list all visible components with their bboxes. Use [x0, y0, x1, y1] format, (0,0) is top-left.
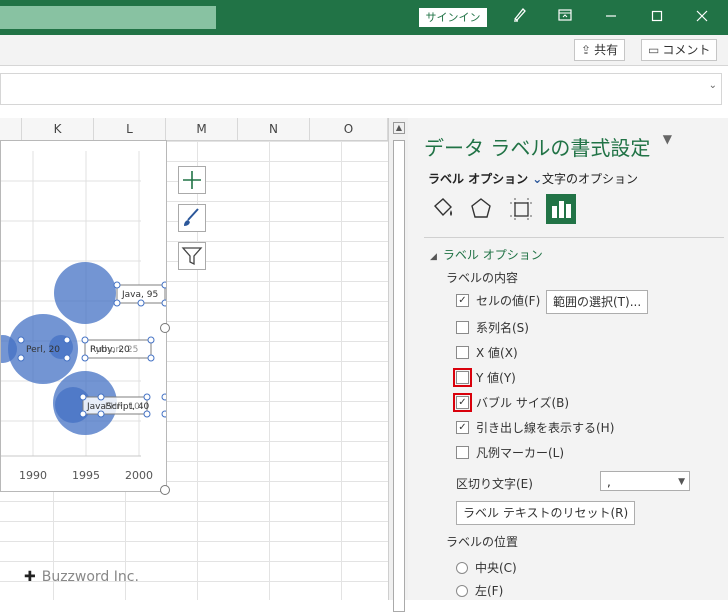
chevron-down-icon[interactable]: ⌄ — [709, 80, 717, 91]
checkbox-leader-lines[interactable]: ✓ 引き出し線を表示する(H) — [456, 419, 614, 437]
chart-plot: Java, 95 Perl, 20 Ruby, 20 Python, 25 Ja… — [1, 151, 166, 482]
bubble-java[interactable] — [54, 262, 116, 324]
pane-divider — [424, 237, 724, 238]
column-header-k[interactable]: K — [22, 118, 94, 140]
share-button[interactable]: ⇪ 共有 — [574, 39, 626, 61]
minimize-icon[interactable] — [599, 6, 623, 30]
separator-select[interactable]: , ▼ — [600, 471, 690, 491]
watermark: ✚ Buzzword Inc. — [24, 569, 139, 585]
checkbox-box[interactable]: ✓ — [453, 393, 472, 412]
data-label-perl[interactable]: Perl, 20 — [26, 345, 60, 355]
maximize-icon[interactable] — [645, 6, 669, 30]
scroll-up-icon[interactable]: ▲ — [393, 122, 405, 134]
ribbon-bar: ⇪ 共有 ▭ コメント — [0, 35, 728, 66]
tab-text-options[interactable]: 文字のオプション — [542, 170, 638, 187]
scroll-thumb[interactable] — [393, 140, 405, 612]
separator-label: 区切り文字(E) — [456, 477, 533, 491]
dropdown-arrow-icon: ▼ — [678, 477, 685, 487]
checkbox-box[interactable] — [456, 446, 469, 459]
fill-line-icon[interactable] — [428, 194, 458, 224]
checkbox-cell-value[interactable]: ✓ セルの値(F) — [456, 292, 540, 310]
section-label-options[interactable]: ◢ ラベル オプション — [430, 246, 543, 263]
select-range-button[interactable]: 範囲の選択(T)... — [546, 290, 649, 314]
checkbox-series-name[interactable]: 系列名(S) — [456, 319, 529, 337]
x-tick-1995: 1995 — [72, 469, 100, 482]
document-title-area — [0, 6, 216, 29]
checkbox-x-value[interactable]: X 値(X) — [456, 344, 518, 362]
column-headers: K L M N O — [0, 118, 388, 141]
chart-resize-handle-corner[interactable] — [160, 485, 170, 495]
checkbox-box[interactable] — [456, 321, 469, 334]
brush-icon — [184, 208, 199, 226]
column-header-l[interactable]: L — [94, 118, 166, 140]
radio-center[interactable]: 中央(C) — [456, 559, 517, 577]
pen-icon[interactable] — [508, 6, 532, 30]
signin-button[interactable]: サインイン — [419, 8, 487, 27]
tab-label-options[interactable]: ラベル オプション ⌄ — [428, 170, 542, 187]
chart-elements-button[interactable] — [178, 166, 206, 194]
cursor-cross-icon: ✚ — [24, 569, 36, 585]
bubble-chart[interactable]: Java, 95 Perl, 20 Ruby, 20 Python, 25 Ja… — [0, 140, 167, 492]
label-contents-heading: ラベルの内容 — [446, 271, 519, 285]
checkbox-y-value[interactable]: Y 値(Y) — [453, 368, 516, 387]
data-label-java[interactable]: Java, 95 — [121, 290, 158, 300]
column-header-o[interactable]: O — [310, 118, 388, 140]
data-label-python[interactable]: Python, 25 — [90, 345, 138, 355]
share-icon: ⇪ — [581, 43, 592, 57]
column-header[interactable] — [0, 118, 22, 140]
column-header-n[interactable]: N — [238, 118, 310, 140]
collapse-triangle-icon: ◢ — [430, 252, 437, 262]
checkbox-bubble-size[interactable]: ✓ バブル サイズ(B) — [453, 393, 569, 412]
checkbox-box[interactable] — [453, 368, 472, 387]
comments-button[interactable]: ▭ コメント — [641, 39, 718, 61]
ribbon-display-icon[interactable] — [553, 6, 577, 30]
chevron-down-icon: ⌄ — [532, 172, 543, 186]
title-bar: サインイン — [0, 0, 728, 35]
radio-button[interactable] — [456, 584, 468, 597]
comment-icon: ▭ — [648, 43, 660, 57]
reset-label-text-button[interactable]: ラベル テキストのリセット(R) — [456, 501, 636, 525]
close-icon[interactable] — [690, 6, 714, 30]
label-position-heading: ラベルの位置 — [446, 535, 519, 549]
radio-left[interactable]: 左(F) — [456, 582, 503, 600]
column-header-m[interactable]: M — [166, 118, 238, 140]
checkbox-legend-key[interactable]: 凡例マーカー(L) — [456, 444, 564, 462]
chart-resize-handle-right[interactable] — [160, 323, 170, 333]
label-options-icon[interactable] — [546, 194, 576, 224]
pane-title: データ ラベルの書式設定 — [424, 136, 651, 160]
effects-icon[interactable] — [466, 194, 496, 224]
format-data-labels-pane: データ ラベルの書式設定 ▼ ラベル オプション ⌄ 文字のオプション ◢ ラベル … — [408, 118, 728, 600]
checkbox-box[interactable] — [456, 346, 469, 359]
x-tick-2000: 2000 — [125, 469, 153, 482]
chart-filters-button[interactable] — [178, 242, 206, 270]
radio-button[interactable] — [456, 561, 468, 574]
filter-icon — [181, 247, 203, 266]
chart-styles-button[interactable] — [178, 204, 206, 232]
checkbox-box[interactable]: ✓ — [456, 421, 469, 434]
size-properties-icon[interactable] — [506, 194, 536, 224]
x-tick-1990: 1990 — [19, 469, 47, 482]
pane-menu-icon[interactable]: ▼ — [663, 132, 672, 146]
checkbox-box[interactable]: ✓ — [456, 294, 469, 307]
data-label-php[interactable]: PHP, 10 — [105, 402, 140, 412]
plus-icon — [183, 171, 201, 189]
vertical-scrollbar[interactable]: ▲ — [388, 118, 409, 612]
formula-bar[interactable]: ⌄ — [0, 73, 722, 105]
